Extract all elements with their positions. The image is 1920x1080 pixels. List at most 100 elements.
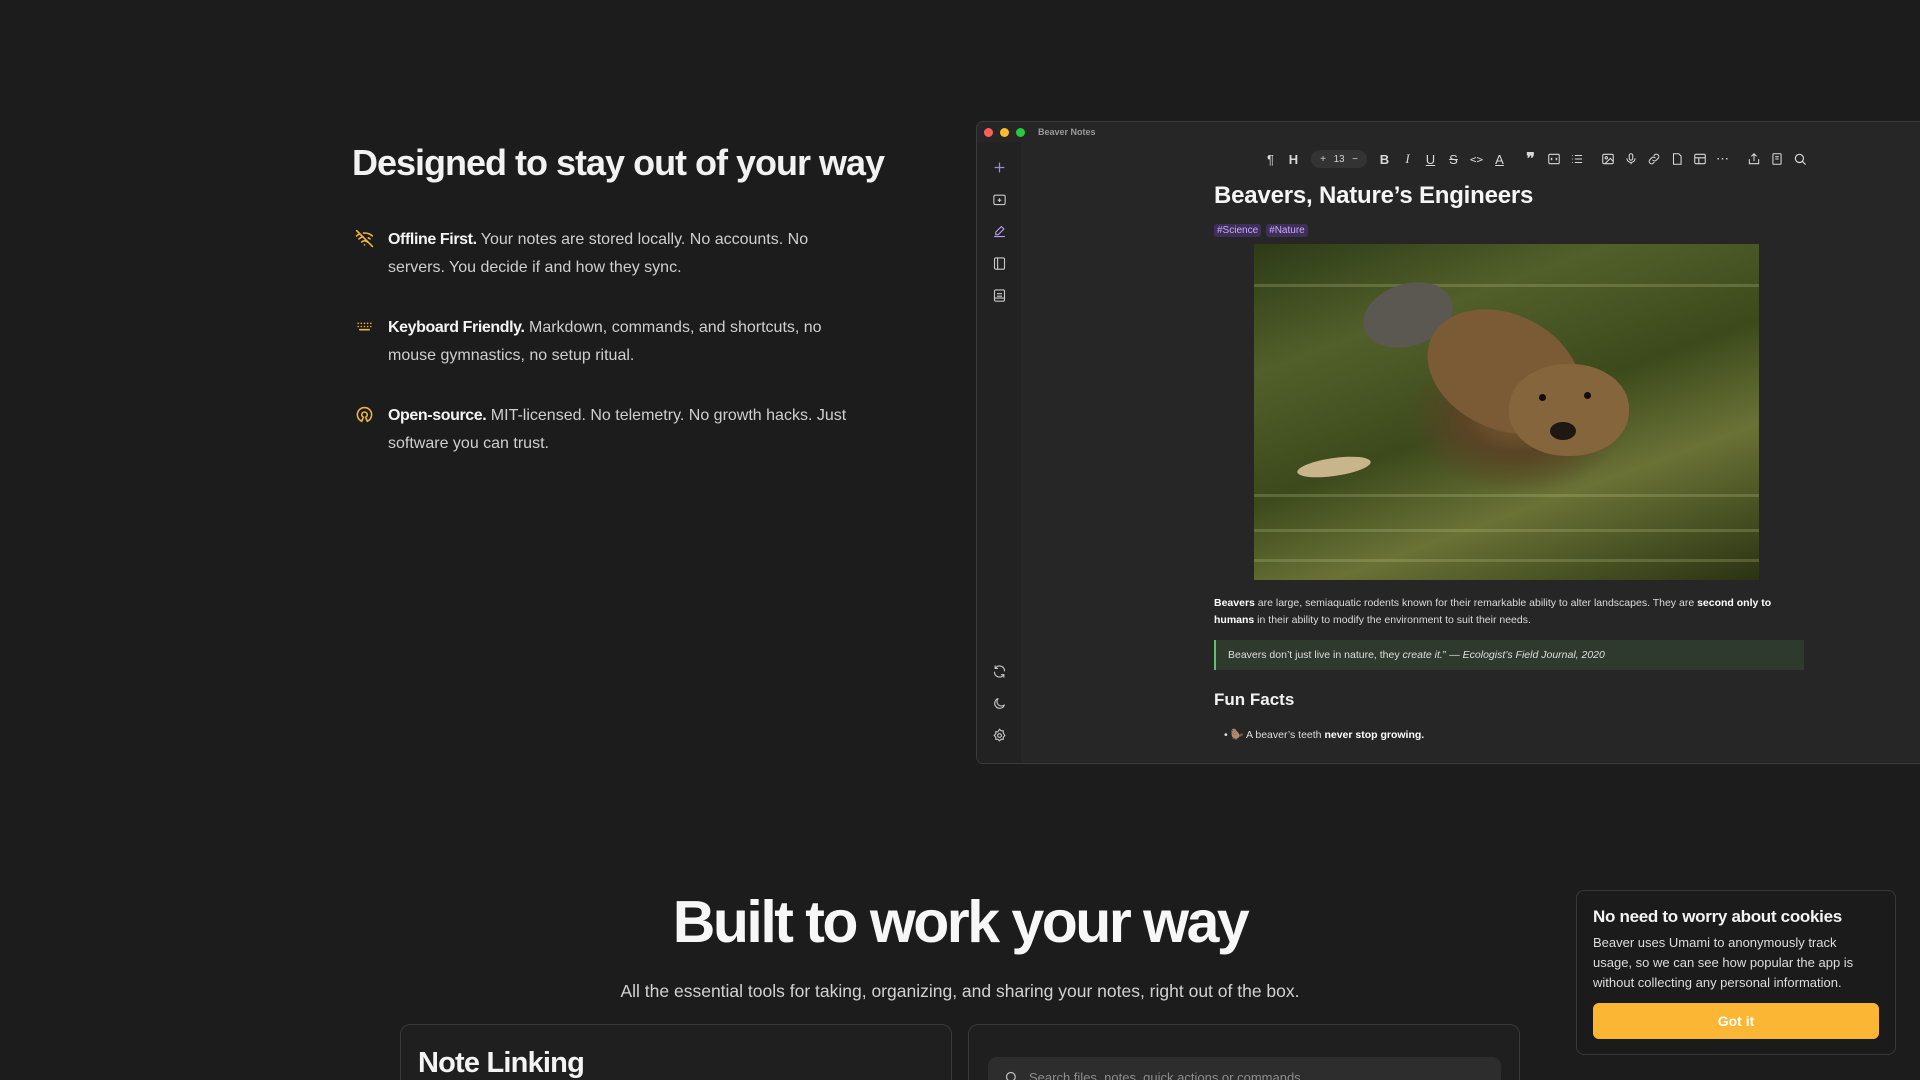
water-ripple [1254, 284, 1759, 287]
beaver-head [1509, 364, 1629, 456]
new-folder-button[interactable] [989, 189, 1009, 209]
export-button[interactable] [1742, 149, 1765, 169]
note-blockquote: Beavers don’t just live in nature, they … [1214, 640, 1804, 670]
search-icon [1794, 153, 1806, 165]
table-button[interactable] [1688, 149, 1711, 169]
image-button[interactable] [1596, 149, 1619, 169]
tag-list: #Science #Nature [1214, 224, 1804, 237]
tag-nature[interactable]: #Nature [1266, 224, 1308, 237]
archive-button[interactable] [989, 285, 1009, 305]
new-note-button[interactable] [989, 157, 1009, 177]
note-linking-card: Note Linking [400, 1024, 952, 1080]
feature-keyboard-friendly: Keyboard Friendly. Markdown, commands, a… [355, 314, 860, 370]
got-it-button[interactable]: Got it [1593, 1003, 1879, 1039]
reader-mode-button[interactable] [1765, 149, 1788, 169]
share-icon [1748, 153, 1759, 165]
archive-icon [993, 288, 1005, 302]
text-color-button[interactable]: A [1488, 149, 1511, 169]
tag-science[interactable]: #Science [1214, 224, 1262, 237]
maximize-window-button[interactable] [1016, 127, 1025, 137]
cookie-message: Beaver uses Umami to anonymously track u… [1593, 935, 1854, 990]
text-color-icon: A [1495, 151, 1504, 167]
cookie-title: No need to worry about cookies [1593, 907, 1842, 926]
search-icon [1005, 1071, 1016, 1080]
keyboard-icon [355, 314, 388, 370]
wifi-off-icon [355, 226, 388, 282]
more-button[interactable]: ⋯ [1711, 149, 1734, 169]
feature-offline-first: Offline First. Your notes are stored loc… [355, 226, 860, 282]
strikethrough-button[interactable]: S [1442, 149, 1465, 169]
bold-button[interactable]: B [1373, 149, 1396, 169]
feature-open-source: Open-source. MIT-licensed. No telemetry.… [355, 402, 860, 458]
search-button[interactable] [1788, 149, 1811, 169]
underline-button[interactable]: U [1419, 149, 1442, 169]
water-ripple [1254, 559, 1759, 562]
quote-button[interactable]: ❞ [1519, 149, 1542, 169]
code-button[interactable]: <> [1465, 149, 1488, 169]
increase-size-button[interactable]: + [1315, 154, 1331, 165]
water-ripple [1254, 494, 1759, 497]
heading-icon: H [1288, 151, 1299, 167]
theme-toggle-button[interactable] [989, 693, 1009, 713]
feature-description: Keyboard Friendly. Markdown, commands, a… [388, 319, 822, 364]
window-title: Beaver Notes [1038, 127, 1096, 137]
beaver-eye [1584, 392, 1591, 399]
paragraph-button[interactable]: ¶ [1259, 149, 1282, 169]
link-icon [1648, 153, 1659, 165]
note-paragraph: Beavers are large, semiaquatic rodents k… [1214, 597, 1772, 626]
section-title: Designed to stay out of your way [352, 142, 885, 183]
feature-description: Open-source. MIT-licensed. No telemetry.… [388, 407, 847, 452]
audio-button[interactable] [1619, 149, 1642, 169]
italic-button[interactable]: I [1396, 149, 1419, 169]
beaver-nose [1550, 422, 1576, 440]
search-placeholder: Search files, notes, quick actions or co… [1029, 1069, 1312, 1080]
app-sidebar [977, 142, 1021, 763]
water-ripple [1254, 529, 1759, 532]
window-titlebar: Beaver Notes [977, 122, 1920, 142]
editor-toolbar: ¶ H + 13 − B I U S <> A ❞ ⋯ [1259, 148, 1811, 170]
code-block-icon [1547, 153, 1560, 165]
microphone-icon [1625, 153, 1636, 165]
note-title[interactable]: Beavers, Nature’s Engineers [1214, 182, 1804, 210]
beaver-eye [1539, 394, 1546, 401]
card-title: Note Linking [418, 1047, 585, 1079]
table-icon [1693, 153, 1706, 165]
note-editor[interactable]: ¶ H + 13 − B I U S <> A ❞ ⋯ Beavers, Nat… [1021, 142, 1920, 763]
font-size-stepper: + 13 − [1311, 150, 1367, 168]
feature-description: Offline First. Your notes are stored loc… [388, 231, 809, 276]
image-icon [1601, 153, 1614, 165]
code-block-button[interactable] [1542, 149, 1565, 169]
bold-icon: B [1379, 151, 1390, 167]
file-button[interactable] [1665, 149, 1688, 169]
quote-icon: ❞ [1526, 151, 1535, 168]
more-icon: ⋯ [1716, 151, 1729, 166]
sync-icon [993, 664, 1005, 678]
command-palette-card: Search files, notes, quick actions or co… [968, 1024, 1520, 1080]
file-icon [1672, 153, 1682, 165]
notes-button[interactable] [989, 221, 1009, 241]
minimize-window-button[interactable] [1000, 127, 1009, 137]
folder-plus-icon [992, 194, 1006, 205]
beaver-emoji-icon: 🦫 [1230, 729, 1244, 741]
note-heading: Fun Facts [1214, 690, 1295, 709]
list-icon [1571, 154, 1582, 164]
app-window-preview: Beaver Notes ¶ H + 13 − B I U S <> A ❞ ⋯… [976, 121, 1920, 764]
feature-list: Offline First. Your notes are stored loc… [355, 226, 860, 490]
command-search-input[interactable]: Search files, notes, quick actions or co… [988, 1057, 1501, 1080]
list-button[interactable] [1565, 149, 1588, 169]
strikethrough-icon: S [1449, 151, 1458, 167]
close-window-button[interactable] [984, 127, 993, 137]
moon-icon [993, 697, 1005, 709]
cookie-banner: No need to worry about cookies Beaver us… [1576, 890, 1896, 1055]
link-button[interactable] [1642, 149, 1665, 169]
book-icon [1771, 153, 1782, 165]
sidebar-toggle-button[interactable] [989, 253, 1009, 273]
underline-icon: U [1425, 151, 1436, 167]
sync-button[interactable] [989, 661, 1009, 681]
decrease-size-button[interactable]: − [1347, 154, 1363, 165]
heading-button[interactable]: H [1282, 149, 1305, 169]
sidebar-icon [993, 256, 1005, 270]
settings-button[interactable] [989, 725, 1009, 745]
beaver-photo [1254, 244, 1759, 580]
font-size-value: 13 [1333, 153, 1345, 165]
